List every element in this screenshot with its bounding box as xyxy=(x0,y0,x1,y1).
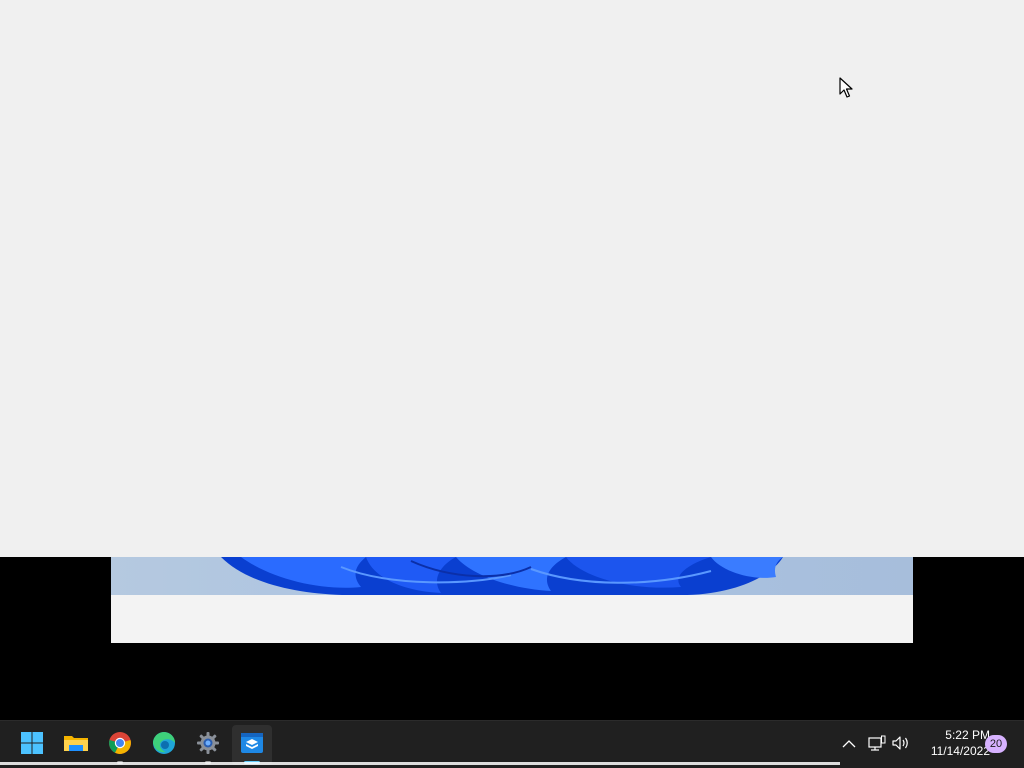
volume-icon xyxy=(891,735,911,756)
settings-button[interactable] xyxy=(188,725,228,765)
wallpaper-bloom-image xyxy=(111,557,913,595)
notification-badge[interactable]: 20 xyxy=(985,735,1007,753)
network-icon xyxy=(868,735,886,756)
show-hidden-icons-button[interactable] xyxy=(837,733,861,757)
network-button[interactable] xyxy=(865,733,889,757)
screen-edge-strip xyxy=(0,762,840,765)
windows-start-icon xyxy=(20,731,44,760)
chrome-icon xyxy=(108,731,132,760)
window-app-icon xyxy=(240,731,264,760)
edge-icon xyxy=(152,731,176,760)
chrome-button[interactable] xyxy=(100,725,140,765)
gear-icon xyxy=(196,731,220,760)
active-app-button[interactable] xyxy=(232,725,272,765)
mouse-cursor-icon xyxy=(839,77,855,99)
start-button[interactable] xyxy=(12,725,52,765)
file-explorer-icon xyxy=(63,731,89,760)
clock-date: 11/14/2022 xyxy=(930,744,990,758)
volume-button[interactable] xyxy=(889,733,913,757)
clock-time: 5:22 PM xyxy=(945,728,990,742)
background-window-preview[interactable] xyxy=(111,557,913,643)
clock-button[interactable]: 5:22 PM 11/14/2022 xyxy=(914,727,990,759)
edge-button[interactable] xyxy=(144,725,184,765)
chevron-up-icon xyxy=(842,736,856,754)
file-explorer-button[interactable] xyxy=(56,725,96,765)
taskbar: 5:22 PM 11/14/2022 xyxy=(0,720,1024,768)
app-window-surface[interactable] xyxy=(0,0,1024,557)
